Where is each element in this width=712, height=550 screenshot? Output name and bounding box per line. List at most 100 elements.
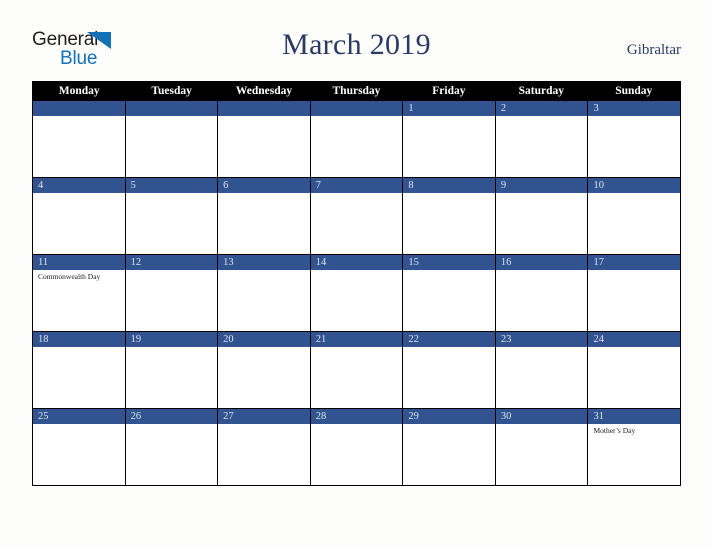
country-label: Gibraltar [626, 42, 681, 58]
calendar-day-cell[interactable]: 4 [33, 178, 126, 255]
calendar-empty-cell[interactable] [125, 101, 219, 178]
day-events [33, 116, 125, 177]
calendar-day-cell[interactable]: 16 [495, 255, 589, 332]
day-events [126, 193, 218, 254]
day-number: 14 [310, 255, 403, 270]
calendar-day-cell[interactable]: 2 [495, 101, 589, 178]
calendar-day-cell[interactable]: 1 [403, 101, 496, 178]
day-events [496, 424, 588, 485]
day-number: 8 [403, 178, 495, 193]
day-number: 18 [33, 332, 125, 347]
calendar-week-row: 25 26 27 28 29 30 31 Mother’s Day [33, 409, 682, 486]
dow-sunday: Sunday [615, 85, 653, 97]
calendar-day-cell[interactable]: 19 [125, 332, 219, 409]
day-events [403, 347, 495, 408]
day-number: 9 [495, 178, 588, 193]
day-events [403, 270, 495, 331]
calendar-weeks: 1 2 3 4 5 6 7 8 9 10 11 Commonwealth Day 12 13 14 15 16 1… [33, 101, 682, 486]
calendar-day-cell[interactable]: 7 [310, 178, 404, 255]
event-label: Mother’s Day [593, 426, 636, 435]
day-number: 2 [495, 101, 588, 116]
calendar-day-cell[interactable]: 13 [218, 255, 311, 332]
day-events [496, 270, 588, 331]
day-number: 19 [125, 332, 218, 347]
calendar-day-cell[interactable]: 11 Commonwealth Day [33, 255, 126, 332]
dow-wednesday: Wednesday [235, 85, 293, 97]
day-events [496, 116, 588, 177]
dow-monday: Monday [58, 85, 100, 97]
day-events [496, 193, 588, 254]
day-events [311, 116, 403, 177]
day-events: Mother’s Day [588, 424, 680, 485]
day-events [496, 347, 588, 408]
day-number: 20 [218, 332, 310, 347]
calendar-day-cell[interactable]: 5 [125, 178, 219, 255]
calendar-week-row: 123 [33, 101, 682, 178]
day-events [33, 424, 125, 485]
calendar-day-cell[interactable]: 8 [403, 178, 496, 255]
day-number: 6 [218, 178, 310, 193]
day-events [311, 193, 403, 254]
calendar-day-cell[interactable]: 3 [588, 101, 682, 178]
calendar-day-cell[interactable]: 9 [495, 178, 589, 255]
day-number: 23 [495, 332, 588, 347]
day-events: Commonwealth Day [33, 270, 125, 331]
day-number: 5 [125, 178, 218, 193]
page-header: General Blue March 2019 Gibraltar [32, 22, 681, 78]
calendar-day-cell[interactable]: 17 [588, 255, 682, 332]
day-events [33, 193, 125, 254]
calendar-day-cell[interactable]: 30 [495, 409, 589, 486]
calendar-day-cell[interactable]: 26 [125, 409, 219, 486]
calendar-day-cell[interactable]: 25 [33, 409, 126, 486]
day-number: 21 [310, 332, 403, 347]
calendar-day-cell[interactable]: 18 [33, 332, 126, 409]
day-number: 27 [218, 409, 310, 424]
calendar-empty-cell[interactable] [33, 101, 126, 178]
day-number: 22 [403, 332, 495, 347]
calendar-day-cell[interactable]: 27 [218, 409, 311, 486]
calendar-day-cell[interactable]: 20 [218, 332, 311, 409]
day-number: 29 [403, 409, 495, 424]
day-number: 26 [125, 409, 218, 424]
calendar-day-cell[interactable]: 10 [588, 178, 682, 255]
day-number: 3 [588, 101, 681, 116]
day-events [403, 424, 495, 485]
day-events [126, 347, 218, 408]
day-number: 17 [588, 255, 681, 270]
calendar-day-cell[interactable]: 14 [310, 255, 404, 332]
day-number: 30 [495, 409, 588, 424]
day-number: 1 [403, 101, 495, 116]
day-events [218, 116, 310, 177]
day-events [403, 116, 495, 177]
day-number: 13 [218, 255, 310, 270]
day-events [218, 193, 310, 254]
day-events [588, 270, 680, 331]
day-number: 4 [33, 178, 125, 193]
day-events [311, 270, 403, 331]
day-events [588, 347, 680, 408]
page-title: March 2019 [282, 28, 431, 61]
calendar-day-cell[interactable]: 31 Mother’s Day [588, 409, 682, 486]
calendar-grid: Monday Tuesday Wednesday Thursday Friday… [32, 81, 682, 486]
calendar-day-cell[interactable]: 28 [310, 409, 404, 486]
calendar-empty-cell[interactable] [218, 101, 311, 178]
calendar-day-cell[interactable]: 12 [125, 255, 219, 332]
calendar-day-cell[interactable]: 15 [403, 255, 496, 332]
calendar-day-cell[interactable]: 24 [588, 332, 682, 409]
day-number [33, 101, 125, 116]
day-of-week-header: Monday Tuesday Wednesday Thursday Friday… [33, 82, 681, 101]
day-number [125, 101, 218, 116]
calendar-day-cell[interactable]: 6 [218, 178, 311, 255]
calendar-empty-cell[interactable] [310, 101, 404, 178]
calendar-day-cell[interactable]: 29 [403, 409, 496, 486]
day-number: 15 [403, 255, 495, 270]
calendar-day-cell[interactable]: 22 [403, 332, 496, 409]
dow-thursday: Thursday [332, 85, 381, 97]
day-number: 10 [588, 178, 681, 193]
day-events [218, 270, 310, 331]
calendar-day-cell[interactable]: 23 [495, 332, 589, 409]
calendar-day-cell[interactable]: 21 [310, 332, 404, 409]
day-events [588, 116, 680, 177]
day-events [218, 347, 310, 408]
day-number: 7 [310, 178, 403, 193]
